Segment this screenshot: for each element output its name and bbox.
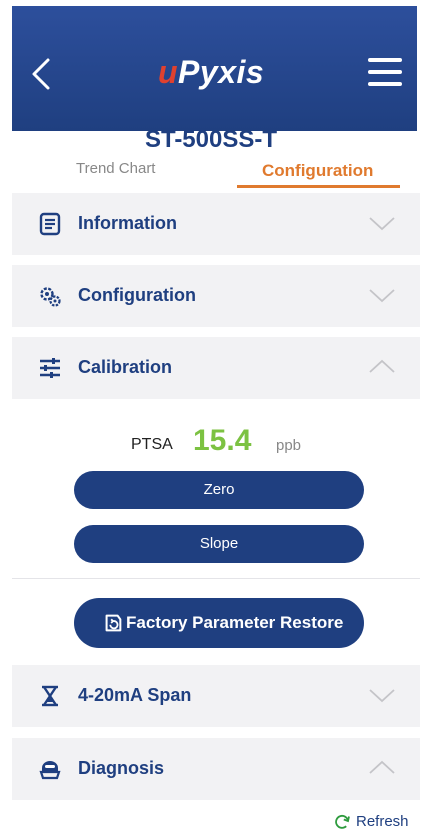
divider [12,578,420,579]
logo-rest: Pyxis [178,54,265,90]
menu-button[interactable] [368,58,402,90]
section-label: Calibration [78,357,173,377]
refresh-icon [335,814,350,829]
app-header: uPyxis [12,6,417,131]
tab-configuration[interactable]: Configuration [262,161,373,181]
tab-trend-chart[interactable]: Trend Chart [76,160,155,177]
factory-restore-button[interactable]: Factory Parameter Restore [74,598,364,648]
sliders-icon [40,358,60,378]
section-configuration[interactable]: Configuration [12,265,420,327]
section-label: 4-20mA Span [78,685,192,705]
section-information[interactable]: Information [12,193,420,255]
active-tab-indicator [237,185,400,188]
parameter-value: 15.4 [193,424,252,457]
chevron-up-icon [369,760,395,774]
hamburger-icon [368,58,402,62]
back-button[interactable] [28,54,56,94]
logo-prefix: u [158,54,179,90]
zero-button[interactable]: Zero [74,471,364,509]
section-label: Configuration [78,285,196,305]
factory-restore-label: Factory Parameter Restore [126,613,344,632]
slope-button[interactable]: Slope [74,525,364,563]
diagnosis-icon [39,761,61,780]
parameter-name: PTSA [131,436,173,453]
restore-icon [105,614,122,632]
app-logo: uPyxis [158,54,264,91]
hourglass-icon [42,685,58,707]
parameter-unit: ppb [276,437,302,454]
document-icon [39,212,61,236]
section-diagnosis[interactable]: Diagnosis [12,738,420,800]
section-calibration[interactable]: Calibration [12,337,420,399]
chevron-left-icon [32,58,50,90]
calibration-reading: PTSA 15.4 ppb [0,424,422,460]
section-label: Diagnosis [78,758,165,778]
chevron-up-icon [369,359,395,373]
chevron-down-icon [369,689,395,703]
chevron-down-icon [369,289,395,303]
section-label: Information [78,213,177,233]
gears-icon [40,287,61,307]
section-4-20ma-span[interactable]: 4-20mA Span [12,665,420,727]
refresh-label: Refresh [356,813,409,830]
chevron-down-icon [369,217,395,231]
device-title: ST-500SS-T [144,126,278,153]
